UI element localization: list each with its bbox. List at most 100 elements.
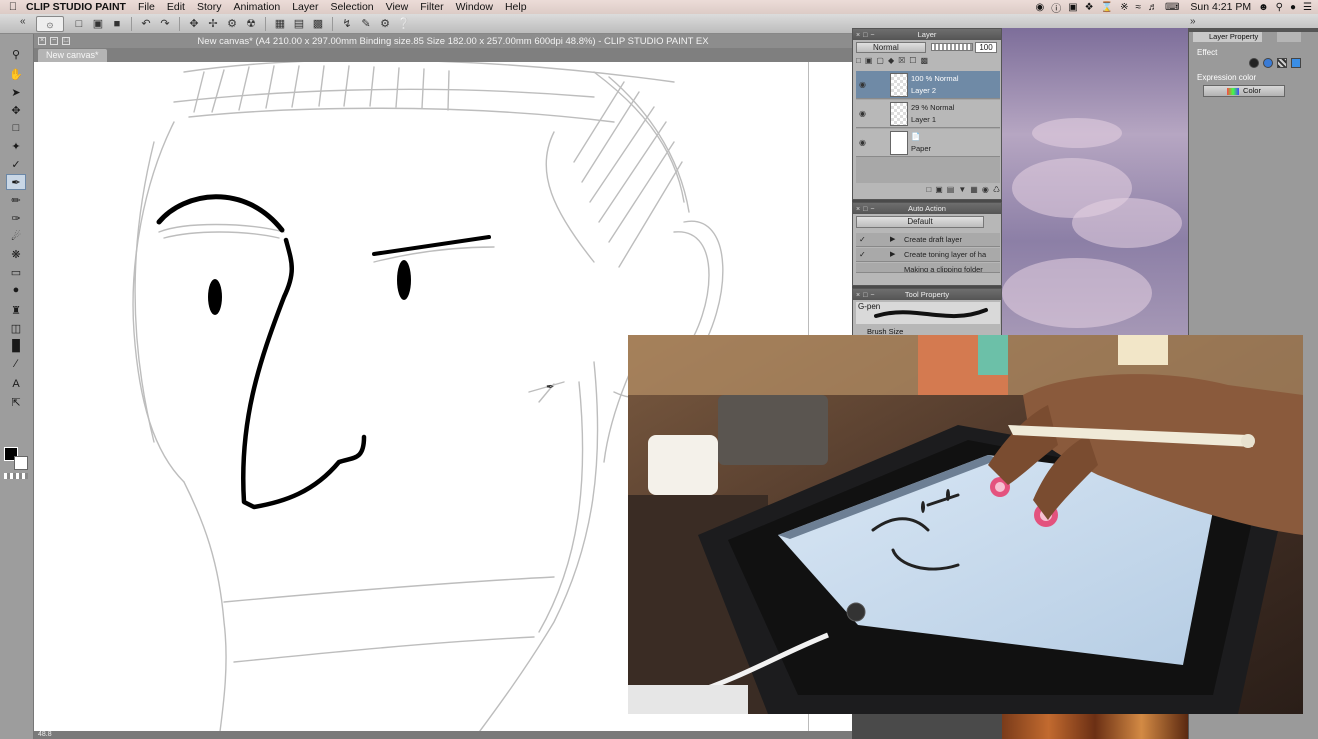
siri-icon[interactable]: ● bbox=[1290, 2, 1296, 13]
new-folder-icon[interactable]: ▤ bbox=[947, 185, 955, 195]
operation-tool-icon[interactable]: ➤ bbox=[6, 84, 26, 100]
maximize-icon[interactable]: □ bbox=[62, 37, 70, 45]
expand-icon[interactable]: ▶ bbox=[890, 250, 895, 258]
duplicate-icon[interactable]: ▦ bbox=[970, 185, 978, 195]
notification-icon[interactable]: ☰ bbox=[1303, 2, 1312, 13]
expression-color-select[interactable]: Color bbox=[1203, 85, 1285, 97]
menu-file[interactable]: File bbox=[138, 1, 155, 13]
new-vector-icon[interactable]: ▣ bbox=[935, 185, 943, 195]
lock-transparent-icon[interactable]: ☐ bbox=[909, 56, 916, 68]
bluetooth-icon[interactable]: ※ bbox=[1120, 2, 1128, 13]
auto-action-item[interactable]: Making a clipping folder bbox=[856, 263, 1000, 273]
tone-effect-icon[interactable] bbox=[1277, 58, 1287, 68]
snap-icon[interactable]: ▩ bbox=[310, 16, 326, 32]
menu-story[interactable]: Story bbox=[197, 1, 222, 13]
menu-layer[interactable]: Layer bbox=[292, 1, 318, 13]
panel-buttons-icon[interactable]: ×□− bbox=[856, 204, 877, 215]
selection-tool-icon[interactable]: □ bbox=[6, 120, 26, 136]
border-effect-icon[interactable] bbox=[1249, 58, 1259, 68]
undo-icon[interactable]: ↶ bbox=[138, 16, 154, 32]
hourglass-icon[interactable]: ⌛ bbox=[1101, 2, 1113, 13]
pencil-tool-icon[interactable]: ✏ bbox=[6, 192, 26, 208]
gradient-tool-icon[interactable]: ◫ bbox=[6, 320, 26, 336]
user-icon[interactable]: ☻ bbox=[1258, 2, 1269, 13]
pen-tool-icon[interactable]: ✒ bbox=[6, 174, 26, 190]
menu-selection[interactable]: Selection bbox=[330, 1, 373, 13]
help-icon[interactable]: ❔ bbox=[396, 16, 412, 32]
minimize-icon[interactable]: − bbox=[50, 37, 58, 45]
settings-icon[interactable]: ⚙ bbox=[377, 16, 393, 32]
eye-icon[interactable]: ◉ bbox=[859, 109, 866, 118]
transform-icon[interactable]: ✥ bbox=[186, 16, 202, 32]
fill-tool-icon[interactable]: ♜ bbox=[6, 302, 26, 318]
panel-buttons-icon[interactable]: ×□− bbox=[856, 290, 877, 301]
app-name[interactable]: CLIP STUDIO PAINT bbox=[26, 1, 126, 13]
open-file-icon[interactable]: ▣ bbox=[90, 16, 106, 32]
zoom-tool-icon[interactable]: ⚲ bbox=[6, 46, 26, 62]
decoration-tool-icon[interactable]: ❋ bbox=[6, 246, 26, 262]
collapse-right-icon[interactable]: » bbox=[1190, 16, 1196, 27]
grid-icon[interactable]: ▦ bbox=[272, 16, 288, 32]
record-icon[interactable]: ◉ bbox=[1035, 2, 1044, 13]
tab-layer-property[interactable]: Layer Property bbox=[1193, 32, 1263, 42]
check-icon[interactable]: ✓ bbox=[859, 235, 866, 244]
move-layer-tool-icon[interactable]: ✥ bbox=[6, 102, 26, 118]
move-icon[interactable]: ✢ bbox=[205, 16, 221, 32]
auto-action-set-select[interactable]: Default bbox=[856, 216, 984, 228]
auto-select-tool-icon[interactable]: ✦ bbox=[6, 138, 26, 154]
new-raster-layer-icon[interactable]: □ bbox=[856, 56, 861, 68]
transparent-color-swatch[interactable] bbox=[4, 473, 28, 479]
redo-icon[interactable]: ↷ bbox=[157, 16, 173, 32]
pen-icon[interactable]: ✎ bbox=[358, 16, 374, 32]
opacity-input[interactable]: 100 bbox=[975, 42, 997, 53]
figure-tool-icon[interactable]: █ bbox=[6, 338, 26, 354]
menubar-clock[interactable]: Sun 4:21 PM bbox=[1190, 1, 1251, 13]
new-layer-icon[interactable]: □ bbox=[926, 185, 931, 195]
menu-help[interactable]: Help bbox=[505, 1, 527, 13]
opacity-slider[interactable] bbox=[931, 43, 973, 51]
tab-new-canvas[interactable]: New canvas* bbox=[38, 49, 107, 62]
trash-icon[interactable]: ♺ bbox=[993, 185, 1000, 195]
blend-mode-select[interactable]: Normal bbox=[856, 42, 926, 53]
pen-pressure-icon[interactable]: ↯ bbox=[339, 16, 355, 32]
menu-filter[interactable]: Filter bbox=[420, 1, 443, 13]
correct-line-tool-icon[interactable]: ⇱ bbox=[6, 394, 26, 410]
collapse-left-icon[interactable]: « bbox=[20, 16, 26, 27]
lock-icon[interactable]: ☒ bbox=[898, 56, 905, 68]
wifi-icon[interactable]: ≈ bbox=[1135, 2, 1141, 13]
text-tool-icon[interactable]: A bbox=[6, 376, 26, 392]
tab-secondary[interactable] bbox=[1277, 32, 1301, 42]
menu-window[interactable]: Window bbox=[456, 1, 493, 13]
reference-layer-icon[interactable]: ◆ bbox=[888, 56, 894, 68]
blend-tool-icon[interactable]: ● bbox=[6, 282, 26, 298]
clip-layer-icon[interactable]: ▢ bbox=[876, 56, 884, 68]
panel-buttons-icon[interactable]: ×□− bbox=[856, 30, 877, 41]
hand-tool-icon[interactable]: ✋ bbox=[6, 66, 26, 82]
ruler-icon[interactable]: ▤ bbox=[291, 16, 307, 32]
sub-color-swatch[interactable] bbox=[14, 456, 28, 470]
eye-icon[interactable]: ◉ bbox=[859, 80, 866, 89]
new-file-icon[interactable]: □ bbox=[71, 16, 87, 32]
crop-icon[interactable]: ☢ bbox=[243, 16, 259, 32]
expand-icon[interactable]: ▶ bbox=[890, 235, 895, 243]
eye-icon[interactable]: ◉ bbox=[859, 138, 866, 147]
mask-icon[interactable]: ▩ bbox=[920, 56, 928, 68]
menu-edit[interactable]: Edit bbox=[167, 1, 185, 13]
save-icon[interactable]: ■ bbox=[109, 16, 125, 32]
clip-studio-logo-icon[interactable]: ۞ bbox=[36, 15, 64, 32]
apple-icon[interactable]:  bbox=[0, 1, 26, 13]
fill-icon[interactable]: ⚙ bbox=[224, 16, 240, 32]
mask-add-icon[interactable]: ◉ bbox=[982, 185, 989, 195]
auto-action-item[interactable]: ✓ ▶ Create draft layer bbox=[856, 233, 1000, 247]
airbrush-tool-icon[interactable]: ☄ bbox=[6, 228, 26, 244]
brush-tool-icon[interactable]: ✑ bbox=[6, 210, 26, 226]
new-vector-layer-icon[interactable]: ▣ bbox=[865, 56, 873, 68]
layer-row[interactable]: ◉ 📄 Paper bbox=[856, 129, 1000, 157]
dropbox-icon[interactable]: ❖ bbox=[1085, 2, 1094, 13]
color-effect-icon[interactable] bbox=[1263, 58, 1273, 68]
close-icon[interactable]: × bbox=[38, 37, 46, 45]
eraser-tool-icon[interactable]: ▭ bbox=[6, 264, 26, 280]
menu-view[interactable]: View bbox=[386, 1, 409, 13]
layer-row[interactable]: ◉ 29 % Normal Layer 1 bbox=[856, 100, 1000, 128]
spotlight-icon[interactable]: ⚲ bbox=[1276, 2, 1283, 13]
